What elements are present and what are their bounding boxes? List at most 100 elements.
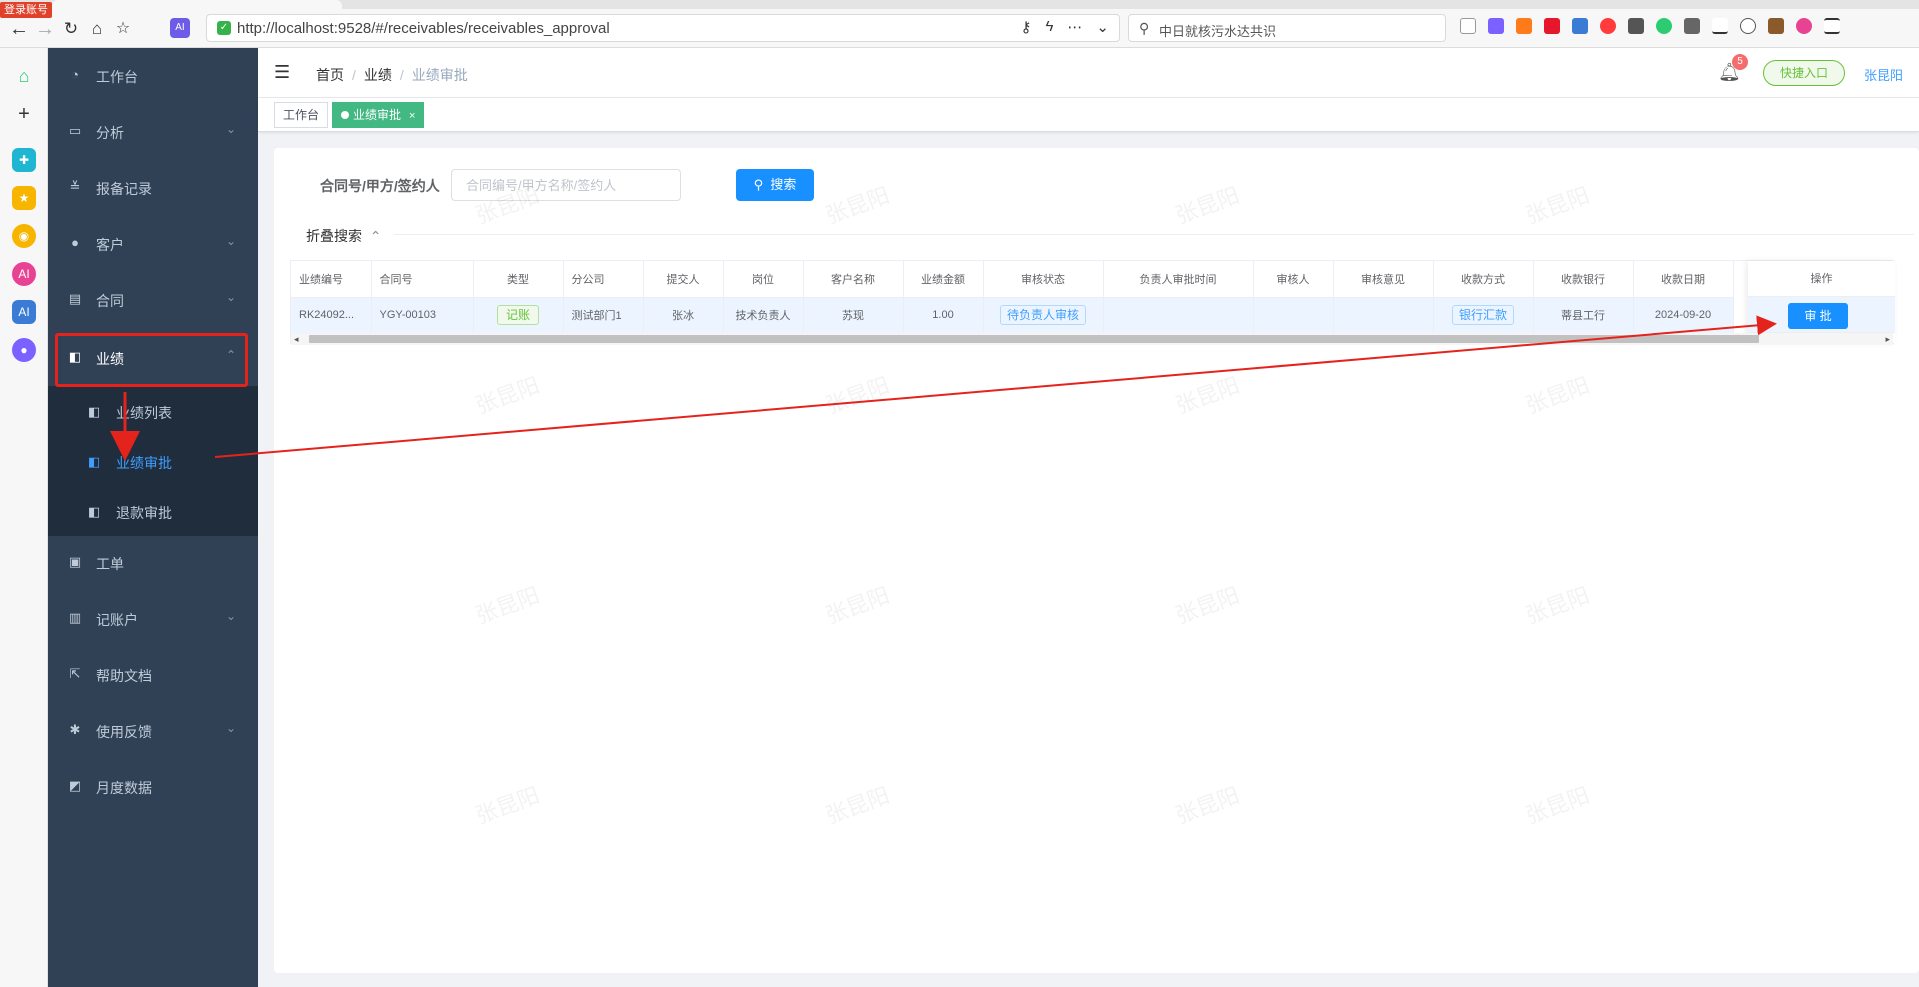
table-row[interactable]: RK24092... YGY-00103 记账 测试部门1 张冰 技术负责人 苏…	[291, 297, 1734, 334]
browser-search-text[interactable]: 中日就核污水达共识	[1159, 21, 1276, 40]
scroll-left-icon[interactable]: ◂	[294, 333, 299, 345]
horizontal-scrollbar[interactable]: ◂ ▸	[291, 333, 1893, 345]
mail-icon[interactable]	[1572, 18, 1588, 34]
search-button[interactable]: ⚲ 搜索	[736, 169, 814, 201]
sidebar-item-workbench[interactable]: ◔ 工作台	[48, 48, 258, 104]
game-extension-icon[interactable]	[1516, 18, 1532, 34]
check-extension-icon[interactable]	[1656, 18, 1672, 34]
menu-icon[interactable]	[1824, 18, 1840, 34]
browser-search-box[interactable]: ⚲ 中日就核污水达共识	[1128, 14, 1446, 42]
ai-extension-icon[interactable]: AI	[170, 18, 190, 38]
column-header[interactable]: 业绩编号	[291, 261, 372, 298]
forward-icon[interactable]: →	[32, 16, 58, 42]
column-header[interactable]: 合同号	[371, 261, 474, 298]
sidebar-item-customers[interactable]: ● 客户 ⌄	[48, 216, 258, 272]
annotation-highlight-box	[55, 333, 248, 387]
search-input[interactable]	[451, 169, 681, 201]
column-header[interactable]: 岗位	[723, 261, 804, 298]
cell-approve-time	[1103, 297, 1254, 334]
search-input-field[interactable]	[452, 170, 680, 200]
tag-workbench[interactable]: 工作台	[274, 102, 329, 128]
user-name[interactable]: 张昆阳	[1864, 65, 1903, 84]
quick-entry-button[interactable]: 快捷入口	[1763, 60, 1845, 86]
scroll-right-icon[interactable]: ▸	[1885, 333, 1890, 345]
app-shortcut-icon[interactable]: ✚	[12, 148, 36, 172]
login-badge[interactable]: 登录账号	[0, 2, 52, 18]
ai-app-icon[interactable]: AI	[12, 262, 36, 286]
column-header[interactable]: 负责人审批时间	[1103, 261, 1254, 298]
lightning-icon[interactable]: ϟ	[1045, 18, 1053, 36]
home-outline-icon[interactable]: ⌂	[12, 64, 36, 88]
tag-performance-approval[interactable]: 业绩审批 ×	[332, 102, 425, 128]
sidebar-item-records[interactable]: ≚ 报备记录	[48, 160, 258, 216]
column-header[interactable]: 提交人	[643, 261, 724, 298]
column-header[interactable]: 收款日期	[1633, 261, 1734, 298]
bot-app-icon[interactable]: ◉	[12, 224, 36, 248]
sidebar-item-monthly-data[interactable]: ◩ 月度数据	[48, 759, 258, 815]
briefcase-icon[interactable]	[1768, 18, 1784, 34]
reload-icon[interactable]: ↻	[58, 16, 84, 42]
address-bar[interactable]: ✓ http://localhost:9528/#/receivables/re…	[206, 14, 1120, 42]
sidebar-item-analysis[interactable]: ▭ 分析 ⌄	[48, 104, 258, 160]
column-header[interactable]: 收款方式	[1433, 261, 1534, 298]
undo-icon[interactable]	[1740, 18, 1756, 34]
tag-label: 工作台	[283, 108, 320, 122]
main-content-card: 合同号/甲方/签约人 ⚲ 搜索 折叠搜索 ⌃ 业绩编号 合同号 类型 分公司 提…	[274, 148, 1919, 973]
watermark: 张昆阳	[1172, 582, 1243, 629]
column-header[interactable]: 类型	[473, 261, 564, 298]
sidebar-item-accounts[interactable]: ▥ 记账户 ⌄	[48, 591, 258, 647]
column-header[interactable]: 客户名称	[803, 261, 904, 298]
sidebar-subitem-performance-approval[interactable]: ◧ 业绩审批	[48, 436, 258, 486]
sidebar-item-contracts[interactable]: ▤ 合同 ⌄	[48, 272, 258, 328]
sidebar-item-label: 月度数据	[96, 780, 152, 796]
favorites-icon[interactable]: ☆	[110, 16, 136, 42]
sidebar-item-feedback[interactable]: ✱ 使用反馈 ⌄	[48, 703, 258, 759]
column-header[interactable]: 审核状态	[983, 261, 1104, 298]
presentation-icon: ▭	[68, 123, 82, 138]
chevron-down-icon[interactable]: ⌄	[1096, 18, 1109, 36]
column-header[interactable]: 审核意见	[1333, 261, 1434, 298]
column-header[interactable]: 业绩金额	[903, 261, 984, 298]
cell-customer: 苏现	[803, 297, 904, 334]
puzzle-icon[interactable]	[1684, 18, 1700, 34]
hamburger-icon[interactable]: ☰	[274, 62, 290, 83]
weibo-icon[interactable]	[1544, 18, 1560, 34]
ai-assistant-icon[interactable]: AI	[12, 300, 36, 324]
more-icon[interactable]: ⋯	[1067, 18, 1082, 36]
translate-icon[interactable]	[1488, 18, 1504, 34]
video-icon[interactable]	[1600, 18, 1616, 34]
data-table: 业绩编号 合同号 类型 分公司 提交人 岗位 客户名称 业绩金额 审核状态 负责…	[291, 261, 1734, 334]
cell-amount: 1.00	[903, 297, 984, 334]
profile-icon[interactable]	[1796, 18, 1812, 34]
screenshot-icon[interactable]	[1628, 18, 1644, 34]
sidebar-subitem-performance-list[interactable]: ◧ 业绩列表	[48, 386, 258, 436]
star-app-icon[interactable]: ★	[12, 186, 36, 210]
watermark: 张昆阳	[822, 782, 893, 829]
breadcrumb-home[interactable]: 首页	[316, 67, 344, 83]
breadcrumb-performance[interactable]: 业绩	[364, 67, 392, 83]
chevron-down-icon: ⌄	[225, 721, 236, 735]
home-icon[interactable]: ⌂	[84, 16, 110, 42]
browser-active-tab[interactable]	[52, 0, 342, 9]
table-header-row: 业绩编号 合同号 类型 分公司 提交人 岗位 客户名称 业绩金额 审核状态 负责…	[291, 261, 1734, 298]
add-icon[interactable]: +	[12, 102, 36, 126]
close-icon[interactable]: ×	[409, 110, 415, 122]
column-header[interactable]: 收款银行	[1533, 261, 1634, 298]
column-header[interactable]: 审核人	[1253, 261, 1334, 298]
address-url[interactable]: http://localhost:9528/#/receivables/rece…	[237, 20, 610, 37]
chat-app-icon[interactable]: ●	[12, 338, 36, 362]
approve-button[interactable]: 审 批	[1788, 303, 1848, 329]
scissors-icon[interactable]	[1460, 18, 1476, 34]
sidebar-item-help-docs[interactable]: ⇱ 帮助文档	[48, 647, 258, 703]
scrollbar-thumb[interactable]	[309, 335, 1759, 343]
sidebar-item-work-orders[interactable]: ▣ 工单	[48, 535, 258, 591]
cell-code: RK24092...	[291, 297, 372, 334]
back-icon[interactable]: ←	[6, 16, 32, 42]
browser-side-panel: ⌂ + ✚ ★ ◉ AI AI ●	[0, 48, 48, 987]
cell-status: 待负责人审核	[983, 297, 1104, 334]
key-icon[interactable]: ⚷	[1020, 18, 1031, 36]
column-header[interactable]: 分公司	[563, 261, 644, 298]
collapse-search-toggle[interactable]: 折叠搜索 ⌃	[306, 226, 382, 246]
download-icon[interactable]	[1712, 18, 1728, 34]
sidebar-subitem-refund-approval[interactable]: ◧ 退款审批	[48, 486, 258, 536]
